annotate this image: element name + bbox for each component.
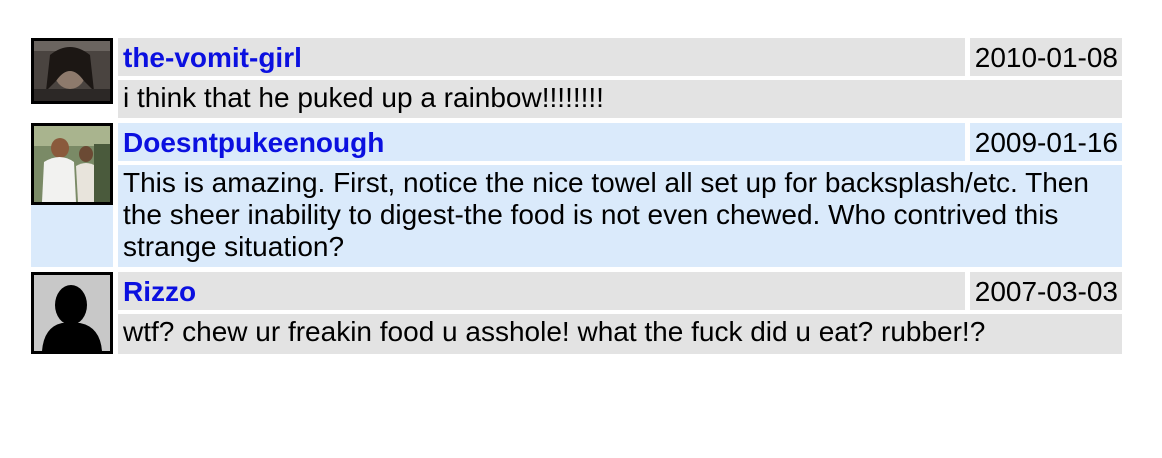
- avatar[interactable]: [31, 38, 113, 104]
- comment-item: Rizzo 2007-03-03 wtf? chew ur freakin fo…: [31, 272, 1122, 354]
- avatar[interactable]: [31, 272, 113, 354]
- comment-text: i think that he puked up a rainbow!!!!!!…: [118, 80, 1122, 118]
- user-photo-icon: [34, 126, 110, 202]
- avatar-cell: [31, 123, 113, 267]
- user-photo-icon: [34, 41, 110, 101]
- comment-header: Rizzo 2007-03-03: [118, 272, 1122, 310]
- comment-header: Doesntpukeenough 2009-01-16: [118, 123, 1122, 161]
- comment-text: wtf? chew ur freakin food u asshole! wha…: [118, 314, 1122, 354]
- comment-date: 2009-01-16: [969, 123, 1122, 161]
- avatar-cell: [31, 38, 113, 118]
- comment-list: the-vomit-girl 2010-01-08 i think that h…: [31, 38, 1122, 359]
- default-silhouette-icon: [34, 275, 110, 351]
- author-link[interactable]: Rizzo: [118, 272, 965, 310]
- comment-date: 2007-03-03: [969, 272, 1122, 310]
- comment-body: Rizzo 2007-03-03 wtf? chew ur freakin fo…: [118, 272, 1122, 354]
- comment-item: Doesntpukeenough 2009-01-16 This is amaz…: [31, 123, 1122, 267]
- author-link[interactable]: Doesntpukeenough: [118, 123, 965, 161]
- comment-body: Doesntpukeenough 2009-01-16 This is amaz…: [118, 123, 1122, 267]
- comment-text: This is amazing. First, notice the nice …: [118, 165, 1122, 267]
- avatar-cell: [31, 272, 113, 354]
- author-link[interactable]: the-vomit-girl: [118, 38, 965, 76]
- comment-header: the-vomit-girl 2010-01-08: [118, 38, 1122, 76]
- avatar[interactable]: [31, 123, 113, 205]
- comment-item: the-vomit-girl 2010-01-08 i think that h…: [31, 38, 1122, 118]
- comment-body: the-vomit-girl 2010-01-08 i think that h…: [118, 38, 1122, 118]
- comment-date: 2010-01-08: [969, 38, 1122, 76]
